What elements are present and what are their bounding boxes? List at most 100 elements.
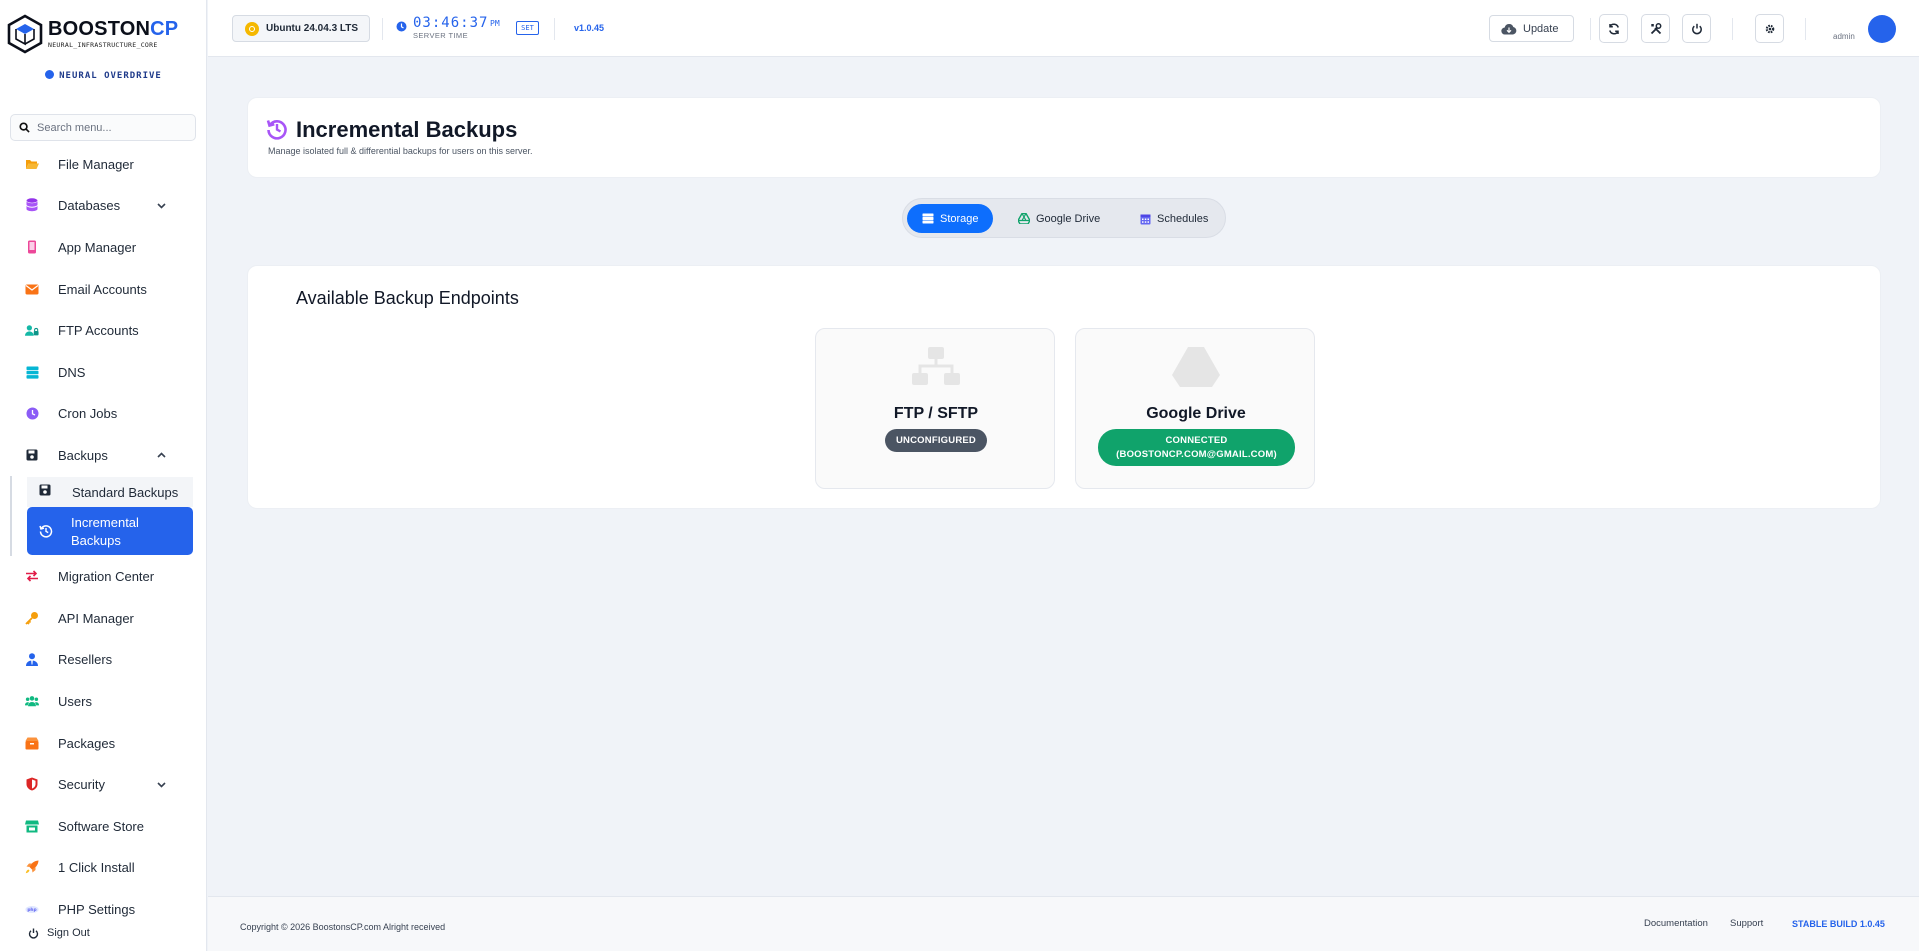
endpoint-name: Google Drive <box>1146 405 1246 422</box>
avatar[interactable] <box>1868 15 1896 43</box>
brand-name: BOOSTONCP <box>48 18 179 40</box>
refresh-icon <box>1608 23 1619 34</box>
sidebar-item-dns[interactable]: DNS <box>0 357 207 387</box>
svg-text:php: php <box>27 907 36 913</box>
endpoint-card-ftp[interactable]: FTP / SFTP UNCONFIGURED <box>815 328 1055 489</box>
sidebar-item-resellers[interactable]: Resellers <box>0 644 207 674</box>
sidebar-item-databases[interactable]: Databases <box>0 190 207 220</box>
sidebar-item-label: FTP Accounts <box>58 322 139 338</box>
storage-icon <box>922 213 934 224</box>
tab-schedules[interactable]: Schedules <box>1140 204 1208 233</box>
tab-storage[interactable]: Storage <box>907 204 993 233</box>
tools-button[interactable] <box>1641 14 1670 43</box>
tools-icon <box>1650 22 1661 34</box>
os-label: Ubuntu 24.04.3 LTS <box>266 23 359 34</box>
update-label: Update <box>1523 22 1559 35</box>
folder-open-icon <box>25 157 39 171</box>
status-badge: CONNECTED (BOOSTONCP.COM@GMAIL.COM) <box>1098 429 1295 466</box>
sidebar-item-label: App Manager <box>58 239 137 255</box>
clock-icon <box>396 21 407 32</box>
sidebar-item-users[interactable]: Users <box>0 686 207 716</box>
sidebar-subitem-standard-backups[interactable]: Standard Backups <box>27 477 193 507</box>
section-title: Available Backup Endpoints <box>296 288 519 308</box>
sidebar-item-label: Users <box>58 693 92 709</box>
user-tie-icon <box>25 652 39 666</box>
calendar-icon <box>1140 214 1151 224</box>
support-link[interactable]: Support <box>1730 918 1763 929</box>
save-icon <box>25 448 39 462</box>
chevron-down-icon[interactable] <box>156 779 167 790</box>
tab-google-drive[interactable]: Google Drive <box>1018 204 1100 233</box>
neural-overdrive-indicator[interactable]: NEURAL OVERDRIVE <box>0 70 207 81</box>
user-lock-icon <box>25 323 39 337</box>
power-button[interactable] <box>1682 14 1711 43</box>
sidebar-item-migration-center[interactable]: Migration Center <box>0 561 207 591</box>
set-time-button[interactable]: SET <box>516 21 539 35</box>
php-icon: php <box>25 902 39 916</box>
sidebar-search <box>10 114 196 141</box>
sidebar-subitem-label: Incremental Backups <box>71 515 139 548</box>
divider <box>1805 18 1806 40</box>
search-input[interactable] <box>37 121 187 134</box>
google-drive-icon <box>1172 347 1220 387</box>
sidebar-item-packages[interactable]: Packages <box>0 728 207 758</box>
sign-out-button[interactable]: Sign Out <box>28 927 90 939</box>
users-icon <box>25 694 39 708</box>
sidebar-item-label: Migration Center <box>58 568 155 584</box>
gear-icon <box>1765 24 1774 33</box>
page-subtitle: Manage isolated full & differential back… <box>268 146 533 156</box>
sidebar-item-label: Security <box>58 776 105 792</box>
divider <box>554 18 555 40</box>
server-icon <box>25 365 39 379</box>
sidebar-item-cron-jobs[interactable]: Cron Jobs <box>0 398 207 428</box>
sidebar-item-ftp-accounts[interactable]: FTP Accounts <box>0 315 207 345</box>
tab-label: Storage <box>940 212 979 225</box>
update-button[interactable]: Update <box>1489 15 1574 42</box>
server-time: 03:46:37 <box>413 15 489 31</box>
sidebar-subitem-incremental-backups[interactable]: Incremental Backups <box>27 507 193 555</box>
tab-label: Google Drive <box>1036 212 1101 225</box>
endpoint-name: FTP / SFTP <box>893 405 979 422</box>
sidebar-item-label: File Manager <box>58 156 134 172</box>
sidebar: BOOSTONCP NEURAL_INFRASTRUCTURE_CORE NEU… <box>0 0 207 951</box>
exchange-icon <box>25 569 39 583</box>
server-time-ampm: PM <box>490 19 500 28</box>
tab-label: Schedules <box>1157 212 1209 225</box>
backup-endpoints-panel: Available Backup Endpoints FTP / SFTP UN… <box>247 265 1881 509</box>
settings-button[interactable] <box>1755 14 1784 43</box>
shield-icon <box>25 777 39 791</box>
logo[interactable]: BOOSTONCP NEURAL_INFRASTRUCTURE_CORE <box>6 14 178 54</box>
key-icon <box>25 611 39 625</box>
brain-icon <box>45 70 55 79</box>
brand-tagline: NEURAL_INFRASTRUCTURE_CORE <box>48 41 158 49</box>
topbar: Ubuntu 24.04.3 LTS 03:46:37 PM SERVER TI… <box>208 0 1919 57</box>
sidebar-item-file-manager[interactable]: File Manager <box>0 149 207 179</box>
sidebar-item-1-click-install[interactable]: 1 Click Install <box>0 852 207 882</box>
sidebar-item-security[interactable]: Security <box>0 769 207 799</box>
status-badge: UNCONFIGURED <box>885 429 987 452</box>
store-icon <box>25 819 39 833</box>
power-icon <box>1691 23 1702 34</box>
divider <box>382 18 383 40</box>
divider <box>1732 18 1733 40</box>
sidebar-item-software-store[interactable]: Software Store <box>0 811 207 841</box>
os-badge[interactable]: Ubuntu 24.04.3 LTS <box>232 15 370 42</box>
sidebar-item-label: Resellers <box>58 651 113 667</box>
sidebar-item-label: API Manager <box>58 610 134 626</box>
sidebar-item-email-accounts[interactable]: Email Accounts <box>0 274 207 304</box>
power-icon <box>28 928 39 939</box>
sidebar-item-php-settings[interactable]: php PHP Settings <box>0 894 207 924</box>
copyright: Copyright © 2026 BoostonsCP.com Alright … <box>240 922 446 932</box>
endpoint-card-google-drive[interactable]: Google Drive CONNECTED (BOOSTONCP.COM@GMA… <box>1075 328 1315 489</box>
sidebar-item-app-manager[interactable]: App Manager <box>0 232 207 262</box>
cloud-download-icon <box>1501 23 1517 35</box>
refresh-button[interactable] <box>1599 14 1628 43</box>
sidebar-item-api-manager[interactable]: API Manager <box>0 603 207 633</box>
chevron-down-icon[interactable] <box>156 200 167 211</box>
sidebar-item-backups[interactable]: Backups <box>0 440 207 470</box>
sign-out-label: Sign Out <box>47 927 90 939</box>
history-icon <box>266 120 287 140</box>
chevron-up-icon[interactable] <box>156 450 167 461</box>
documentation-link[interactable]: Documentation <box>1644 918 1708 929</box>
footer: Copyright © 2026 BoostonsCP.com Alright … <box>208 896 1919 951</box>
